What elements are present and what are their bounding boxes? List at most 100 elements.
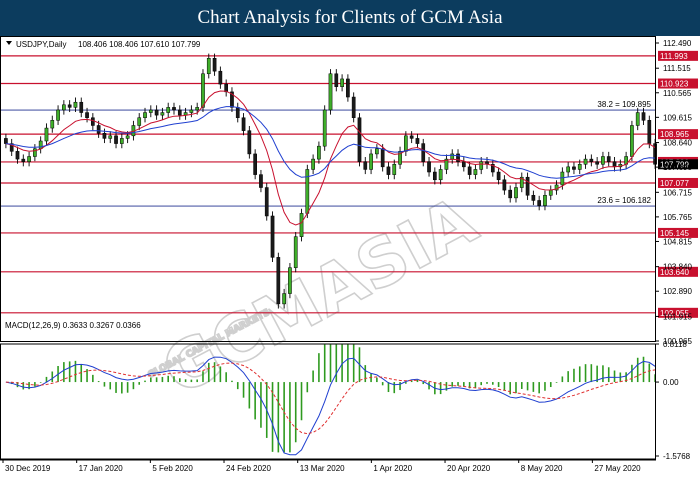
- macd-header: MACD(12,26,9) 0.3633 0.3267 0.0366: [5, 321, 141, 330]
- macd-y-tick-label: 0.00: [663, 378, 679, 387]
- candle-body: [27, 156, 31, 162]
- candle-body: [421, 143, 426, 162]
- candle-body: [201, 73, 205, 108]
- candle-body: [172, 107, 176, 111]
- y-tick-label: 105.765: [663, 213, 692, 222]
- x-tick-label: 13 Mar 2020: [300, 464, 345, 473]
- candle-body: [114, 135, 118, 144]
- candle-body: [270, 215, 275, 258]
- candle-body: [647, 120, 652, 144]
- candle-body: [479, 161, 484, 170]
- level-label: 110.923: [660, 80, 689, 89]
- candle-body: [427, 161, 431, 173]
- y-tick-label: 107.690: [663, 163, 692, 172]
- candle-body: [189, 109, 194, 113]
- candle-body: [137, 117, 142, 126]
- candle-body: [502, 179, 507, 191]
- candle-body: [386, 166, 391, 175]
- x-tick-label: 20 Apr 2020: [447, 464, 491, 473]
- candle-body: [543, 195, 547, 206]
- level-label: 111.993: [660, 52, 688, 61]
- candle-body: [340, 78, 344, 87]
- macd-y-tick-label: -1.5768: [663, 452, 691, 461]
- candle-body: [473, 169, 478, 175]
- y-tick-label: 102.890: [663, 287, 692, 296]
- y-tick-label: 112.490: [663, 39, 692, 48]
- candle-body: [409, 135, 414, 139]
- candle-body: [212, 58, 217, 72]
- x-tick-label: 27 May 2020: [594, 464, 641, 473]
- x-tick-label: 1 Apr 2020: [373, 464, 412, 473]
- candle-body: [259, 174, 263, 188]
- candle-body: [79, 101, 84, 113]
- candle-body: [577, 164, 582, 170]
- candle-body: [363, 161, 368, 170]
- candle-body: [404, 135, 408, 152]
- candle-body: [241, 117, 246, 131]
- candle-body: [91, 117, 95, 126]
- candle-body: [432, 171, 437, 181]
- x-tick-label: 5 Feb 2020: [152, 464, 193, 473]
- candle-body: [33, 148, 37, 157]
- y-tick-label: 103.840: [663, 263, 692, 272]
- candle-body: [299, 213, 304, 237]
- candle-body: [601, 156, 605, 165]
- level-label: 107.077: [660, 179, 689, 188]
- candle-body: [148, 109, 153, 113]
- candle-body: [496, 171, 501, 181]
- candle-body: [73, 101, 78, 108]
- candle-body: [62, 104, 66, 111]
- candle-body: [160, 112, 165, 116]
- candle-body: [125, 135, 130, 139]
- candle-body: [177, 109, 182, 116]
- y-tick-label: 108.640: [663, 139, 692, 148]
- candle-body: [461, 161, 466, 168]
- candle-body: [328, 73, 333, 111]
- candle-body: [531, 195, 536, 201]
- candle-body: [108, 135, 113, 139]
- candle-body: [357, 117, 362, 162]
- candle-body: [415, 138, 420, 144]
- candle-body: [276, 257, 281, 305]
- chart-title-banner: Chart Analysis for Clients of GCM Asia: [0, 0, 700, 36]
- x-tick-label: 17 Jan 2020: [79, 464, 124, 473]
- symbol-label: USDJPY,Daily: [16, 40, 67, 49]
- candle-body: [566, 166, 570, 173]
- candle-body: [612, 161, 617, 168]
- candle-body: [50, 120, 55, 129]
- candle-body: [85, 112, 89, 118]
- candle-body: [15, 151, 20, 160]
- y-tick-label: 106.715: [663, 188, 692, 197]
- candle-body: [235, 107, 240, 118]
- candle-body: [317, 145, 321, 160]
- candle-body: [606, 156, 611, 162]
- candle-body: [206, 58, 211, 75]
- candle-body: [311, 158, 315, 170]
- candle-body: [67, 104, 72, 108]
- candle-body: [96, 125, 101, 134]
- candle-body: [467, 166, 472, 175]
- candle-body: [195, 107, 200, 111]
- price-chart: GCMASIA GLOBAL CAPITAL MARKETS 111.99311…: [0, 36, 700, 500]
- candle-body: [548, 189, 553, 196]
- y-tick-label: 111.515: [663, 64, 691, 73]
- candle-body: [560, 171, 565, 186]
- candle-body: [247, 130, 252, 155]
- candle-body: [102, 132, 107, 139]
- candle-body: [21, 158, 26, 162]
- y-tick-label: 110.565: [663, 89, 692, 98]
- candle-body: [450, 153, 455, 160]
- candle-body: [456, 153, 460, 162]
- candle-body: [595, 161, 599, 165]
- candle-body: [334, 73, 339, 87]
- candle-body: [508, 189, 513, 199]
- symbol-header: USDJPY,Daily 108.406 108.406 107.610 107…: [6, 40, 201, 49]
- candle-body: [583, 158, 588, 165]
- candle-body: [572, 166, 576, 170]
- candle-body: [282, 293, 286, 305]
- y-tick-label: 109.615: [663, 113, 692, 122]
- candle-body: [166, 107, 171, 113]
- candle-body: [537, 200, 542, 206]
- candle-body: [154, 109, 159, 116]
- candle-body: [641, 112, 646, 121]
